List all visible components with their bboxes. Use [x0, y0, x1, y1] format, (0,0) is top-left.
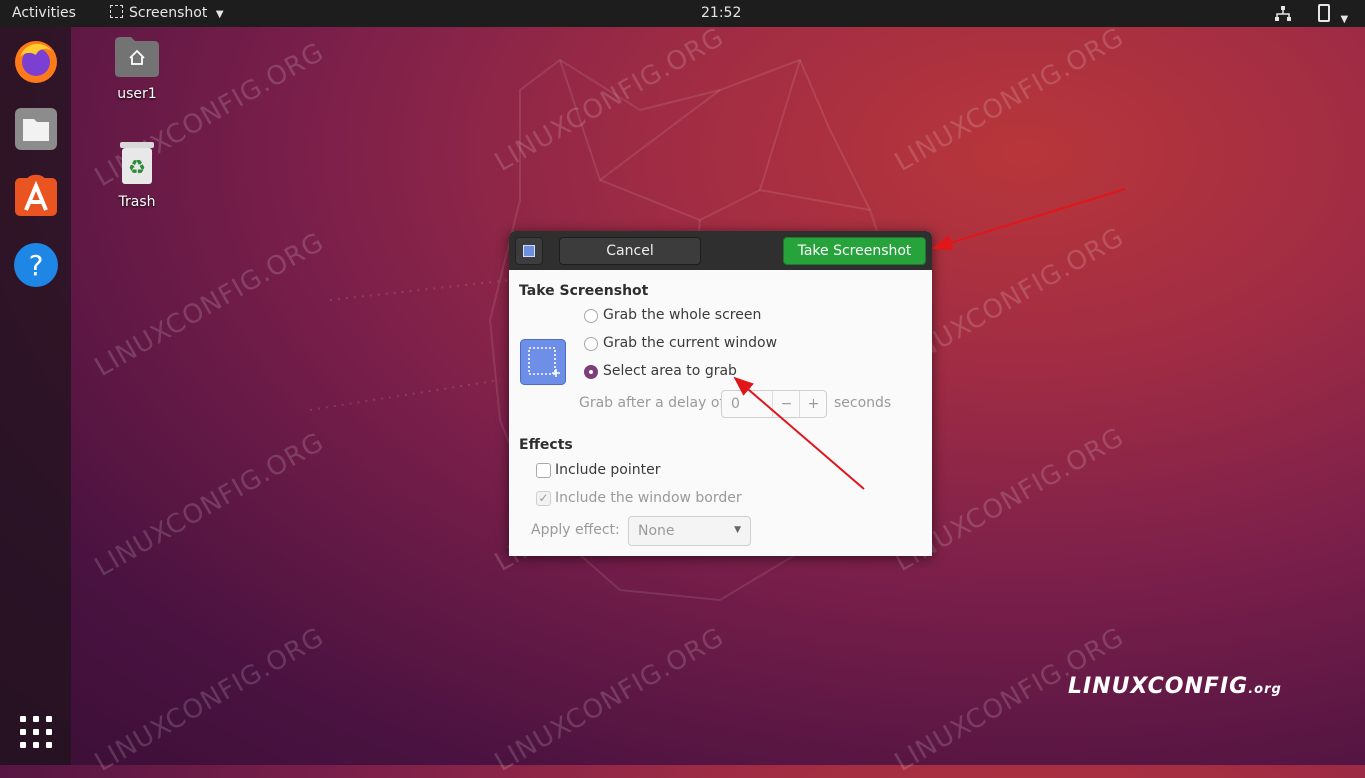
effects-title: Effects — [519, 437, 573, 453]
section-title: Take Screenshot — [519, 283, 649, 299]
delay-label: Grab after a delay of — [579, 395, 725, 411]
delay-spinner[interactable]: 0 − + — [721, 390, 827, 418]
svg-text:?: ? — [29, 249, 44, 282]
include-pointer-label[interactable]: Include pointer — [555, 462, 661, 478]
clock[interactable]: 21:52 — [701, 5, 741, 21]
delay-unit: seconds — [834, 395, 892, 411]
radio-select-area[interactable] — [584, 365, 598, 379]
chevron-down-icon: ▼ — [734, 525, 741, 535]
dock: ? — [0, 27, 71, 765]
include-pointer-checkbox[interactable] — [536, 463, 551, 478]
desktop-icon-home[interactable]: user1 — [97, 36, 177, 102]
delay-increment-button[interactable]: + — [799, 391, 827, 417]
option-label[interactable]: Grab the whole screen — [603, 307, 761, 323]
apply-effect-dropdown[interactable]: None ▼ — [628, 516, 751, 546]
radio-whole-screen[interactable] — [584, 309, 598, 323]
desktop-icon-label: user1 — [117, 86, 157, 102]
show-apps-icon[interactable] — [19, 715, 53, 749]
option-label[interactable]: Select area to grab — [603, 363, 737, 379]
delay-decrement-button[interactable]: − — [772, 391, 800, 417]
linuxconfig-logo: LINUXCONFIG.org — [1068, 674, 1282, 699]
app-menu-label: Screenshot — [129, 5, 208, 21]
take-screenshot-button[interactable]: Take Screenshot — [783, 237, 926, 265]
files-icon[interactable] — [12, 105, 60, 153]
app-menu[interactable]: Screenshot ▼ — [110, 5, 224, 21]
network-icon[interactable] — [1275, 6, 1291, 21]
activities-button[interactable]: Activities — [12, 5, 76, 21]
radio-current-window[interactable] — [584, 337, 598, 351]
home-folder-icon — [115, 37, 159, 77]
chevron-down-icon: ▼ — [215, 9, 224, 20]
option-label[interactable]: Grab the current window — [603, 335, 777, 351]
delay-value[interactable]: 0 — [731, 396, 740, 412]
desktop-icon-trash[interactable]: ♻ Trash — [97, 140, 177, 210]
svg-text:♻: ♻ — [128, 155, 146, 179]
selection-area-icon — [520, 339, 566, 385]
help-icon[interactable]: ? — [12, 241, 60, 289]
apply-effect-value: None — [638, 523, 675, 539]
battery-icon[interactable]: ▼ — [1318, 4, 1348, 26]
cancel-button[interactable]: Cancel — [559, 237, 701, 265]
screenshot-dialog: Cancel Take Screenshot Take Screenshot G… — [509, 231, 932, 556]
include-border-checkbox[interactable]: ✓ — [536, 491, 551, 506]
firefox-icon[interactable] — [12, 37, 60, 85]
selection-icon — [110, 5, 123, 18]
chevron-down-icon: ▼ — [1340, 14, 1349, 25]
software-store-icon[interactable] — [12, 172, 60, 220]
top-bar: Activities Screenshot ▼ 21:52 ▼ — [0, 0, 1365, 27]
desktop-icon-label: Trash — [118, 194, 156, 210]
trash-icon: ♻ — [120, 142, 154, 184]
apply-effect-label: Apply effect: — [531, 522, 620, 538]
dialog-headerbar: Cancel Take Screenshot — [509, 231, 932, 270]
screenshot-app-icon[interactable] — [515, 237, 543, 265]
include-border-label[interactable]: Include the window border — [555, 490, 742, 506]
